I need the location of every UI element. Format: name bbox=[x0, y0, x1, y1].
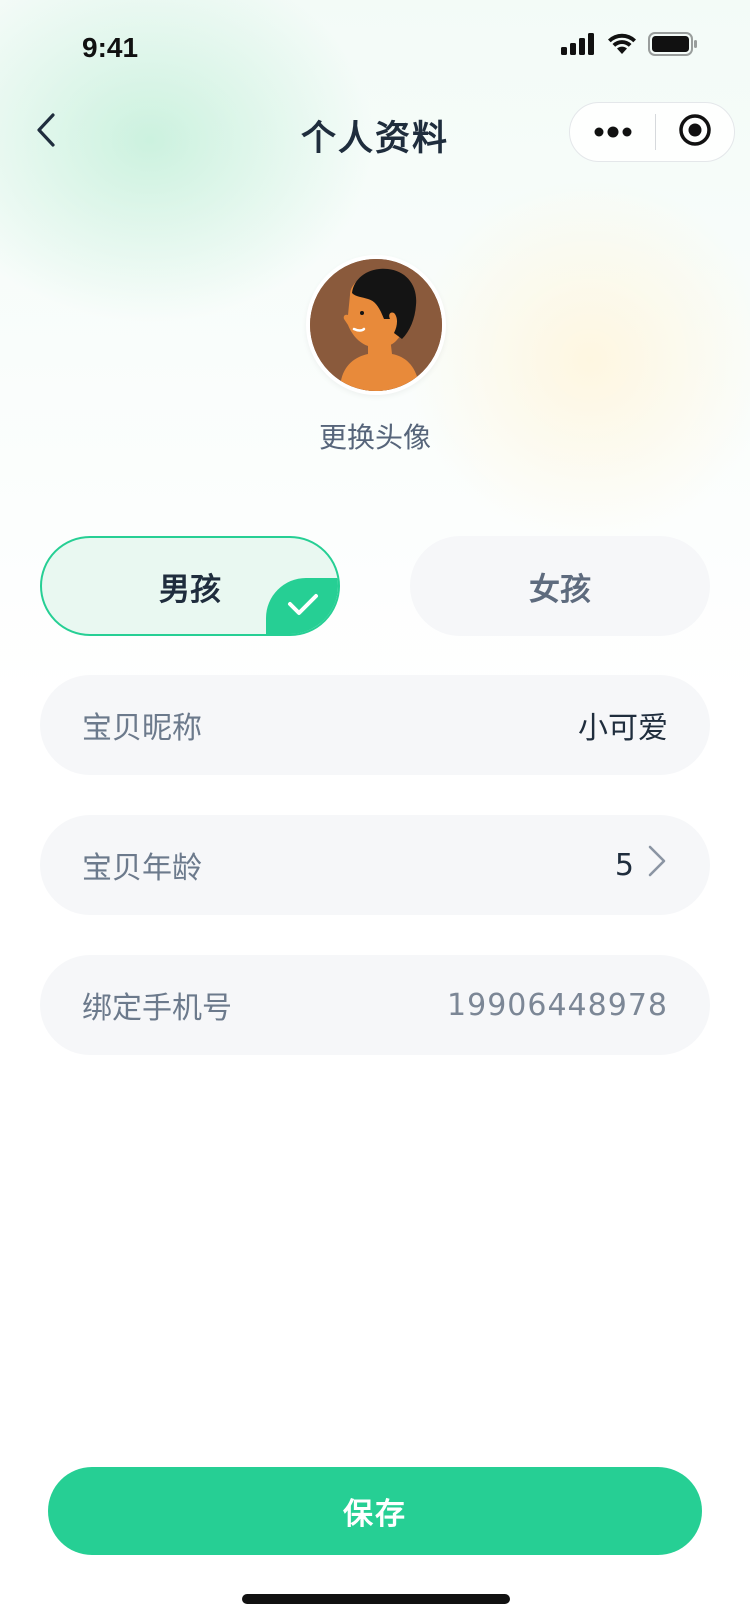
nickname-label: 宝贝昵称 bbox=[82, 711, 202, 746]
nickname-value[interactable]: 小可爱 bbox=[578, 703, 668, 747]
gender-option-label: 女孩 bbox=[529, 571, 591, 608]
status-time: 9:41 bbox=[82, 32, 139, 63]
change-avatar-link[interactable]: 更换头像 bbox=[0, 416, 750, 456]
wifi-icon bbox=[606, 32, 638, 60]
more-button[interactable] bbox=[570, 103, 655, 161]
avatar[interactable] bbox=[306, 255, 446, 395]
phone-field: 绑定手机号 19906448978 bbox=[40, 955, 710, 1055]
more-dots-icon bbox=[593, 123, 633, 142]
close-miniprogram-button[interactable] bbox=[656, 103, 734, 161]
save-button[interactable]: 保存 bbox=[48, 1467, 702, 1555]
avatar-illustration bbox=[310, 259, 442, 391]
gender-option-girl[interactable]: 女孩 bbox=[410, 536, 710, 636]
target-close-icon bbox=[677, 112, 713, 152]
age-field[interactable]: 宝贝年龄 5 bbox=[40, 815, 710, 915]
gender-option-label: 男孩 bbox=[159, 571, 221, 608]
status-bar: 9:41 bbox=[0, 0, 750, 88]
status-icons bbox=[560, 32, 698, 60]
miniprogram-capsule bbox=[569, 102, 735, 162]
phone-label: 绑定手机号 bbox=[82, 991, 232, 1026]
checkmark-icon bbox=[286, 589, 320, 625]
navigation-bar: 个人资料 bbox=[0, 100, 750, 164]
age-value-group: 5 bbox=[615, 844, 668, 886]
signal-icon bbox=[560, 32, 596, 60]
gender-option-boy[interactable]: 男孩 bbox=[40, 536, 340, 636]
battery-icon bbox=[648, 32, 698, 60]
selected-badge bbox=[266, 578, 338, 634]
nickname-field[interactable]: 宝贝昵称 小可爱 bbox=[40, 675, 710, 775]
age-value: 5 bbox=[614, 847, 634, 883]
home-indicator bbox=[242, 1594, 510, 1604]
chevron-right-icon bbox=[646, 844, 668, 886]
age-label: 宝贝年龄 bbox=[82, 851, 202, 886]
phone-value: 19906448978 bbox=[447, 987, 668, 1023]
